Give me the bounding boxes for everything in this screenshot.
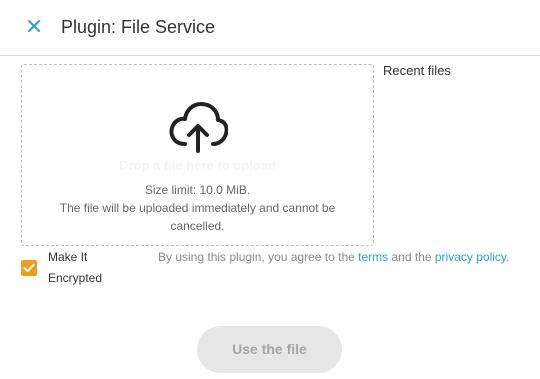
privacy-policy-link[interactable]: privacy policy [435,250,506,264]
terms-link[interactable]: terms [358,250,388,264]
agreement-suffix: . [506,250,510,264]
dialog-header: Plugin: File Service [0,0,540,56]
close-button[interactable] [22,14,46,38]
agreement-text: By using this plugin, you agree to the t… [158,247,518,268]
cloud-upload-icon [169,102,228,153]
close-icon[interactable] [22,14,46,38]
recent-files-label: Recent files [383,63,451,78]
encrypt-checkbox[interactable] [21,260,37,276]
size-limit-text: Size limit: 10.0 MiB. [144,183,251,197]
dialog-title: Plugin: File Service [61,17,216,37]
checkmark-icon [23,263,35,273]
use-file-button[interactable]: Use the file [197,326,342,373]
agreement-and: and the [391,250,432,264]
encrypt-checkbox-label[interactable]: Make It Encrypted [48,247,143,289]
upload-note-text: The file will be uploaded immediately an… [59,201,336,233]
agreement-prefix: By using this plugin, you agree to the [158,250,355,264]
file-dropzone[interactable]: Drop a file here to upload Size limit: 1… [21,64,374,246]
drop-label: Drop a file here to upload [119,158,276,173]
